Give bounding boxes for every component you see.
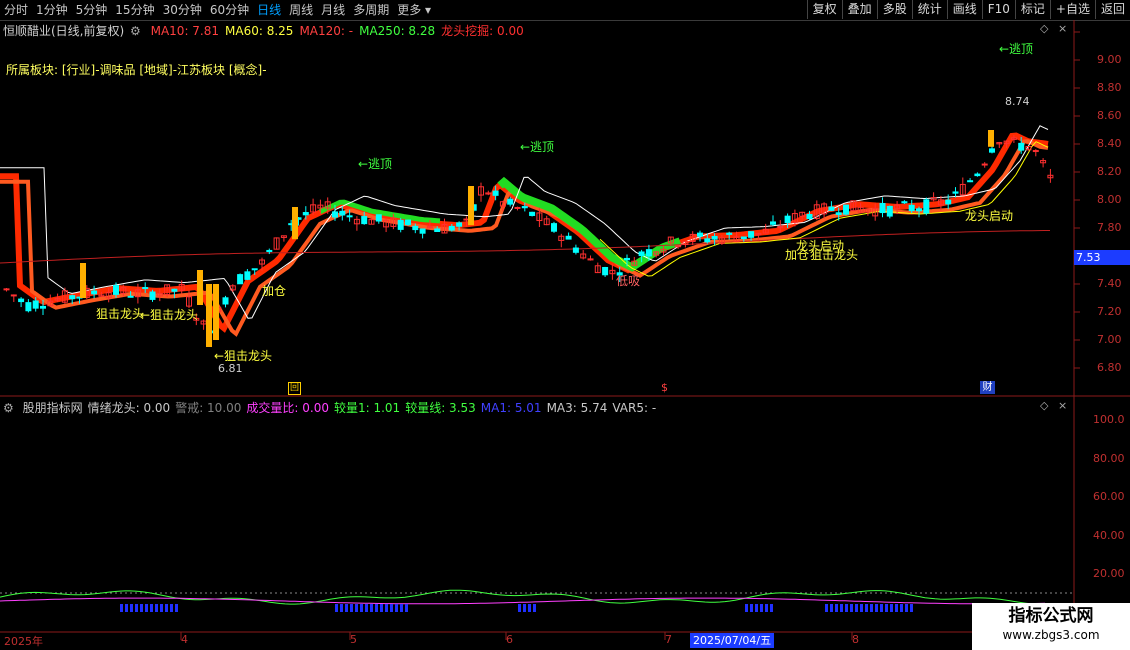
sub-tick-2: 60.00 <box>1093 490 1125 503</box>
current-price-tag: 7.53 <box>1074 250 1130 265</box>
ma-ribbon-red <box>0 132 1049 333</box>
ma-ribbon-orange <box>0 139 1049 337</box>
signal-add-position: 加仓 <box>262 284 287 298</box>
high-price-label: 8.74 <box>1005 95 1030 108</box>
sub-magenta-line <box>0 597 1046 605</box>
signal-bottom-buy: 低吸 <box>616 274 641 288</box>
price-tick-4: 8.20 <box>1097 165 1122 178</box>
signal-candle-5 <box>468 186 474 226</box>
date-tick-1: 4 <box>181 633 188 646</box>
price-tick-2: 8.60 <box>1097 109 1122 122</box>
date-tick-2: 5 <box>350 633 357 646</box>
finance-marker[interactable]: 财 <box>980 381 995 394</box>
sub-tick-0: 100.0 <box>1093 413 1125 426</box>
watermark-title: 指标公式网 <box>1008 606 1094 626</box>
signal-escape-top-2: ←逃顶 <box>358 157 393 171</box>
signal-snipe-overlap: 狙击龙头 <box>96 307 145 321</box>
signal-candle-6 <box>988 130 994 147</box>
signal-dragon-start: 龙头启动 <box>965 209 1014 223</box>
signal-candle-0 <box>80 263 86 298</box>
sub-tick-1: 80.00 <box>1093 451 1125 465</box>
signal-snipe-dragon: ←狙击龙头 <box>140 308 199 322</box>
watermark-logo: 指标公式网 www.zbgs3.com <box>972 603 1130 650</box>
watermark-url: www.zbgs3.com <box>1002 628 1100 642</box>
dividend-marker[interactable]: $ <box>661 381 668 394</box>
signal-escape-top-3: ←逃顶 <box>520 140 555 154</box>
event-box-marker[interactable]: 回 <box>288 382 301 395</box>
signal-candle-2 <box>206 284 212 347</box>
date-tick-0: 2025年 <box>4 635 43 648</box>
low-price-label: 6.81 <box>218 362 243 375</box>
price-tick-3: 8.40 <box>1097 137 1122 150</box>
signal-candle-3 <box>213 284 219 340</box>
kline-chart[interactable] <box>0 0 1130 650</box>
cursor-date-tag: 2025/07/04/五 <box>690 633 775 648</box>
price-tick-7: 7.40 <box>1097 277 1122 290</box>
signal-candle-4 <box>292 207 298 240</box>
ma250-line <box>0 230 1050 264</box>
signal-candle-1 <box>197 270 203 305</box>
date-tick-3: 6 <box>506 633 513 646</box>
price-tick-1: 8.80 <box>1097 81 1122 94</box>
signal-snipe-dragon-2: 狙击龙头 <box>810 248 859 262</box>
price-tick-10: 6.80 <box>1097 361 1122 374</box>
price-tick-6: 7.80 <box>1097 221 1122 234</box>
signal-escape-top-1: ←逃顶 <box>999 42 1034 56</box>
sub-tick-4: 20.00 <box>1093 567 1125 580</box>
price-tick-8: 7.20 <box>1097 305 1122 318</box>
ma-ribbon-green <box>497 176 682 272</box>
price-tick-0: 9.00 <box>1097 53 1122 66</box>
signal-add-position-2: 加仓 <box>785 248 810 262</box>
sub-tick-3: 40.00 <box>1093 528 1125 542</box>
price-tick-9: 7.00 <box>1097 333 1122 346</box>
date-tick-4: 7 <box>665 633 672 646</box>
price-tick-5: 8.00 <box>1097 193 1122 206</box>
date-tick-5: 8 <box>852 633 859 646</box>
